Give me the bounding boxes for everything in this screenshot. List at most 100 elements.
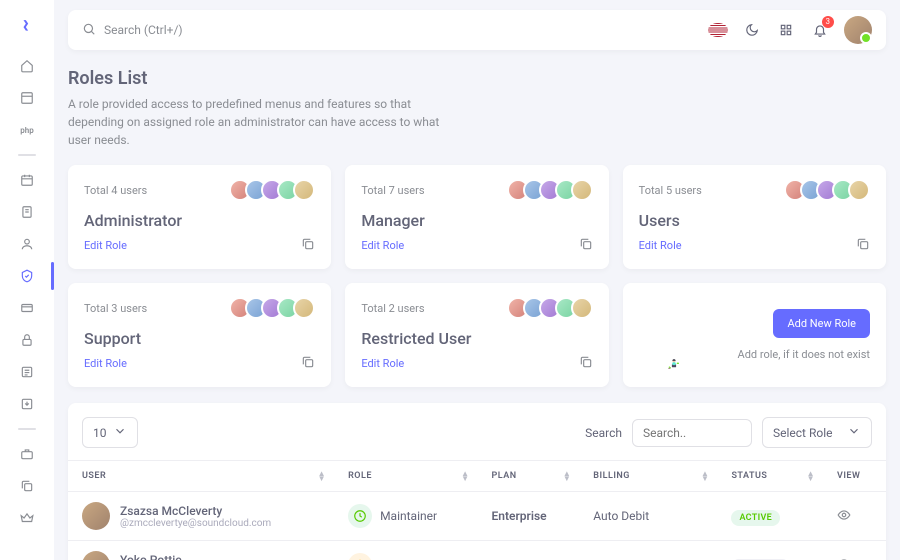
column-status[interactable]: STATUS▲▼ xyxy=(717,461,823,492)
table-row: Yoko Pottie @ypottiec@privacy.gov.au Sub… xyxy=(68,541,886,560)
avatar xyxy=(848,179,870,201)
dark-mode-icon[interactable] xyxy=(742,20,762,40)
role-total-users: Total 2 users xyxy=(361,302,424,315)
nav-card-icon[interactable] xyxy=(10,294,44,322)
copy-icon[interactable] xyxy=(579,236,593,255)
user-plan: Enterprise xyxy=(492,509,547,523)
status-badge: ACTIVE xyxy=(731,510,780,526)
role-cards-grid: Total 4 users Administrator Edit Role To… xyxy=(68,165,886,387)
column-role[interactable]: ROLE▲▼ xyxy=(334,461,477,492)
edit-role-link[interactable]: Edit Role xyxy=(84,239,127,252)
role-card: Total 5 users Users Edit Role xyxy=(623,165,886,269)
chevron-down-icon xyxy=(113,424,127,441)
edit-role-link[interactable]: Edit Role xyxy=(361,239,404,252)
role-total-users: Total 7 users xyxy=(361,184,424,197)
nav-copy-icon[interactable] xyxy=(10,472,44,500)
user-name[interactable]: Yoko Pottie xyxy=(120,553,236,560)
page-size-select[interactable]: 10 xyxy=(82,417,138,448)
role-total-users: Total 3 users xyxy=(84,302,147,315)
copy-icon[interactable] xyxy=(856,236,870,255)
edit-role-link[interactable]: Edit Role xyxy=(361,357,404,370)
avatar xyxy=(293,297,315,319)
user-name[interactable]: Zsazsa McCleverty xyxy=(120,504,271,518)
role-name: Users xyxy=(639,211,870,230)
role-card: Total 4 users Administrator Edit Role xyxy=(68,165,331,269)
nav-calendar-icon[interactable] xyxy=(10,166,44,194)
nav-php-icon[interactable]: php xyxy=(10,116,44,144)
user-email: @zmcclevertye@soundcloud.com xyxy=(120,518,271,529)
user-billing: Auto Debit xyxy=(593,509,649,523)
copy-icon[interactable] xyxy=(301,236,315,255)
maintainer-icon xyxy=(348,504,372,528)
role-total-users: Total 4 users xyxy=(84,184,147,197)
search-placeholder: Search (Ctrl+/) xyxy=(104,23,183,37)
notifications-icon[interactable]: 3 xyxy=(810,20,830,40)
role-total-users: Total 5 users xyxy=(639,184,702,197)
table-controls: 10 Search Select Role xyxy=(68,417,886,460)
nav-lock-icon[interactable] xyxy=(10,326,44,354)
app-logo[interactable] xyxy=(13,12,41,40)
avatar xyxy=(293,179,315,201)
search-label: Search xyxy=(585,426,622,440)
sort-icon: ▲▼ xyxy=(461,471,469,481)
role-card: Total 3 users Support Edit Role xyxy=(68,283,331,387)
global-search[interactable]: Search (Ctrl+/) xyxy=(82,22,708,39)
table-search-input[interactable] xyxy=(632,419,752,447)
role-avatar-group xyxy=(507,297,593,319)
role-card: Total 7 users Manager Edit Role xyxy=(345,165,608,269)
user-role: Maintainer xyxy=(380,509,437,523)
column-billing[interactable]: BILLING▲▼ xyxy=(579,461,717,492)
top-actions: 3 xyxy=(708,16,872,44)
nav-separator xyxy=(18,154,36,156)
column-view: VIEW xyxy=(823,461,886,492)
users-table-card: 10 Search Select Role USER▲▼ ROLE▲▼ PLAN… xyxy=(68,403,886,560)
nav-user-icon[interactable] xyxy=(10,230,44,258)
add-new-role-button[interactable]: Add New Role xyxy=(773,309,870,338)
page-subtitle: A role provided access to predefined men… xyxy=(68,95,448,149)
nav-briefcase-icon[interactable] xyxy=(10,440,44,468)
language-flag-icon[interactable] xyxy=(708,20,728,40)
role-card: Total 2 users Restricted User Edit Role xyxy=(345,283,608,387)
sort-icon: ▲▼ xyxy=(701,471,709,481)
nav-shield-icon[interactable] xyxy=(10,262,44,290)
apps-grid-icon[interactable] xyxy=(776,20,796,40)
edit-role-link[interactable]: Edit Role xyxy=(639,239,682,252)
nav-home-icon[interactable] xyxy=(10,52,44,80)
page-title: Roles List xyxy=(68,68,886,89)
role-avatar-group xyxy=(784,179,870,201)
role-name: Restricted User xyxy=(361,329,592,348)
topbar: Search (Ctrl+/) 3 xyxy=(68,10,886,50)
copy-icon[interactable] xyxy=(301,354,315,373)
nav-crown-icon[interactable] xyxy=(10,504,44,532)
nav-separator xyxy=(18,428,36,430)
nav-list-icon[interactable] xyxy=(10,358,44,386)
page-size-value: 10 xyxy=(93,426,107,440)
nav-layout-icon[interactable] xyxy=(10,84,44,112)
notification-badge: 3 xyxy=(822,16,835,28)
chevron-down-icon xyxy=(847,424,861,441)
add-role-illustration xyxy=(639,300,709,370)
view-icon[interactable] xyxy=(837,511,851,525)
role-filter-select[interactable]: Select Role xyxy=(762,417,872,448)
role-avatar-group xyxy=(507,179,593,201)
column-plan[interactable]: PLAN▲▼ xyxy=(478,461,580,492)
add-role-subtitle: Add role, if it does not exist xyxy=(738,348,870,361)
column-user[interactable]: USER▲▼ xyxy=(68,461,334,492)
role-avatar-group xyxy=(229,179,315,201)
sidebar: php xyxy=(0,0,54,560)
table-row: Zsazsa McCleverty @zmcclevertye@soundclo… xyxy=(68,492,886,541)
avatar xyxy=(571,297,593,319)
add-role-card: Add New Role Add role, if it does not ex… xyxy=(623,283,886,387)
sort-icon: ▲▼ xyxy=(318,471,326,481)
nav-download-icon[interactable] xyxy=(10,390,44,418)
sort-icon: ▲▼ xyxy=(563,471,571,481)
main-content: Search (Ctrl+/) 3 Roles List A role prov… xyxy=(54,0,900,560)
role-name: Administrator xyxy=(84,211,315,230)
role-name: Support xyxy=(84,329,315,348)
role-filter-value: Select Role xyxy=(773,426,832,440)
role-name: Manager xyxy=(361,211,592,230)
copy-icon[interactable] xyxy=(579,354,593,373)
user-avatar[interactable] xyxy=(844,16,872,44)
nav-notes-icon[interactable] xyxy=(10,198,44,226)
edit-role-link[interactable]: Edit Role xyxy=(84,357,127,370)
